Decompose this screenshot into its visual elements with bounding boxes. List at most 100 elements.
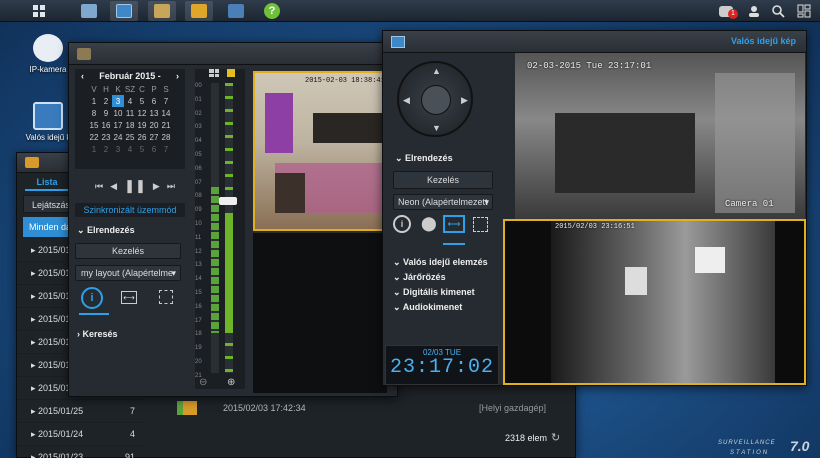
calendar-day[interactable]: 8 [88, 107, 100, 119]
date-label: 2015/01/23 [38, 452, 84, 458]
ptz-right-icon[interactable]: ▶ [461, 95, 468, 106]
calendar-day[interactable]: 12 [136, 107, 148, 119]
calendar-day[interactable]: 1 [88, 95, 100, 107]
calendar-day[interactable]: 25 [124, 131, 136, 143]
main-menu-button[interactable] [25, 1, 53, 21]
recording-app-button[interactable] [185, 1, 213, 21]
notifications-button[interactable]: 1 [712, 1, 740, 21]
calendar-day[interactable]: 16 [100, 119, 112, 131]
calendar-day[interactable]: 5 [136, 95, 148, 107]
search-button[interactable] [764, 1, 792, 21]
live-section-header[interactable]: ⌄ Digitális kimenet [393, 287, 503, 302]
calendar-day[interactable]: 3 [112, 95, 124, 107]
grid-view-icon[interactable] [209, 69, 219, 77]
date-list-item[interactable]: ▸ 2015/01/24 4 [17, 423, 145, 446]
calendar-day[interactable]: 7 [160, 95, 172, 107]
layout-section-header[interactable]: ⌄ Elrendezés [395, 153, 453, 164]
refresh-icon[interactable]: ↻ [551, 431, 560, 444]
calendar-day[interactable]: 13 [148, 107, 160, 119]
calendar-day[interactable]: 10 [112, 107, 124, 119]
calendar-day[interactable]: 9 [100, 107, 112, 119]
date-list-item[interactable]: ▸ 2015/01/23 91 [17, 446, 145, 458]
help-button[interactable]: ? [258, 1, 286, 21]
calendar-day[interactable]: 15 [88, 119, 100, 131]
playback-video[interactable]: 2015-02-03 18:38:41 [253, 71, 387, 231]
fit-icon[interactable]: ⟷ [121, 291, 137, 304]
ptz-up-icon[interactable]: ▲ [432, 66, 441, 76]
ptz-center[interactable] [421, 85, 451, 115]
skip-forward-icon[interactable]: ⏭ [167, 181, 175, 192]
pause-icon[interactable]: ❚❚ [124, 178, 146, 194]
calendar-day[interactable]: 14 [160, 107, 172, 119]
manage-layout-button[interactable]: Kezelés [75, 243, 181, 259]
calendar-day[interactable]: 7 [160, 143, 172, 155]
calendar-day[interactable]: 11 [124, 107, 136, 119]
date-label: 2015/01 [38, 360, 71, 370]
calendar-day[interactable]: 23 [100, 131, 112, 143]
calendar-day[interactable]: 4 [124, 143, 136, 155]
timeline-scrubber[interactable] [219, 197, 237, 205]
search-section-header[interactable]: › Keresés [77, 329, 118, 339]
calendar-day[interactable]: 2 [100, 143, 112, 155]
recording-window-icon [25, 157, 39, 168]
ip-camera-app-button[interactable] [75, 1, 103, 21]
layout-select[interactable]: my layout (Alapértelme ▾ [75, 265, 181, 281]
calendar-day[interactable]: 4 [124, 95, 136, 107]
calendar-day[interactable]: 6 [148, 143, 160, 155]
calendar-day[interactable]: 21 [160, 119, 172, 131]
ptz-control[interactable]: ▲ ▼ ◀ ▶ [397, 61, 473, 137]
prev-month-icon[interactable]: ‹ [81, 69, 84, 83]
calendar-month[interactable]: Február 2015 - [99, 71, 161, 81]
calendar-day[interactable]: 3 [112, 143, 124, 155]
ptz-left-icon[interactable]: ◀ [403, 95, 410, 106]
calendar-day[interactable]: 2 [100, 95, 112, 107]
timeline-app-button[interactable] [148, 1, 176, 21]
collapse-chevron-icon: ⌄ [77, 225, 88, 235]
manage-layout-button[interactable]: Kezelés [393, 171, 493, 189]
live-section-header[interactable]: ⌄ Valós idejű elemzés [393, 257, 503, 272]
calendar-day[interactable]: 19 [136, 119, 148, 131]
zoom-in-icon[interactable]: ⊕ [227, 377, 235, 388]
date-list-item[interactable]: ▸ 2015/01/25 7 [17, 400, 145, 423]
live-view-window-icon [391, 36, 405, 48]
calendar-day[interactable]: 24 [112, 131, 124, 143]
widgets-button[interactable] [790, 1, 818, 21]
forward-icon[interactable]: ▶ [153, 181, 160, 192]
location-pin-icon[interactable]: ⬤ [421, 215, 437, 232]
calendar-day[interactable]: 22 [88, 131, 100, 143]
monitor-center-button[interactable] [222, 1, 250, 21]
layout-select[interactable]: Neon (Alapértelmezett ▾ [393, 194, 493, 210]
layout-section-header[interactable]: ⌄ Elrendezés [77, 225, 135, 236]
calendar-day[interactable]: 26 [136, 131, 148, 143]
info-icon[interactable]: i [393, 215, 411, 233]
calendar-day[interactable]: 20 [148, 119, 160, 131]
live-section-header[interactable]: ⌄ Audiokimenet [393, 302, 503, 317]
tab-list[interactable]: Lista [25, 173, 69, 191]
hour-label: 04 [195, 138, 202, 145]
live-camera-2[interactable]: 2015/02/03 23:16:51 [503, 219, 806, 385]
calendar-day[interactable]: 5 [136, 143, 148, 155]
timeline-bar[interactable]: 00 01 02 03 04 05 06 07 08 09 10 11 12 13 14 15 16 17 18 19… [195, 69, 245, 389]
calendar-day[interactable]: 6 [148, 95, 160, 107]
fullscreen-icon[interactable] [159, 290, 173, 304]
calendar-day[interactable]: 1 [88, 143, 100, 155]
calendar-day[interactable]: 18 [124, 119, 136, 131]
ptz-down-icon[interactable]: ▼ [432, 123, 441, 133]
skip-back-icon[interactable]: ⏮ [95, 181, 103, 192]
date-count: 7 [129, 406, 135, 416]
rewind-icon[interactable]: ◀ [110, 181, 117, 192]
info-icon[interactable]: i [81, 287, 103, 309]
sync-mode-button[interactable]: Szinkronizált üzemmód [75, 203, 185, 217]
expand-arrow-icon: ▸ [31, 245, 39, 255]
fit-icon[interactable]: ⟷ [443, 215, 465, 233]
calendar-day[interactable]: 17 [112, 119, 124, 131]
zoom-out-icon[interactable]: ⊖ [199, 377, 207, 388]
live-view-app-button[interactable] [110, 1, 138, 21]
live-section-header[interactable]: ⌄ Járőrözés [393, 272, 503, 287]
next-month-icon[interactable]: › [176, 69, 179, 83]
live-camera-1[interactable]: 02-03-2015 Tue 23:17:01 Camera 01 [515, 53, 805, 219]
track-camera-2 [225, 83, 233, 373]
calendar-day[interactable]: 27 [148, 131, 160, 143]
calendar-day[interactable]: 28 [160, 131, 172, 143]
fullscreen-icon[interactable] [473, 217, 488, 232]
